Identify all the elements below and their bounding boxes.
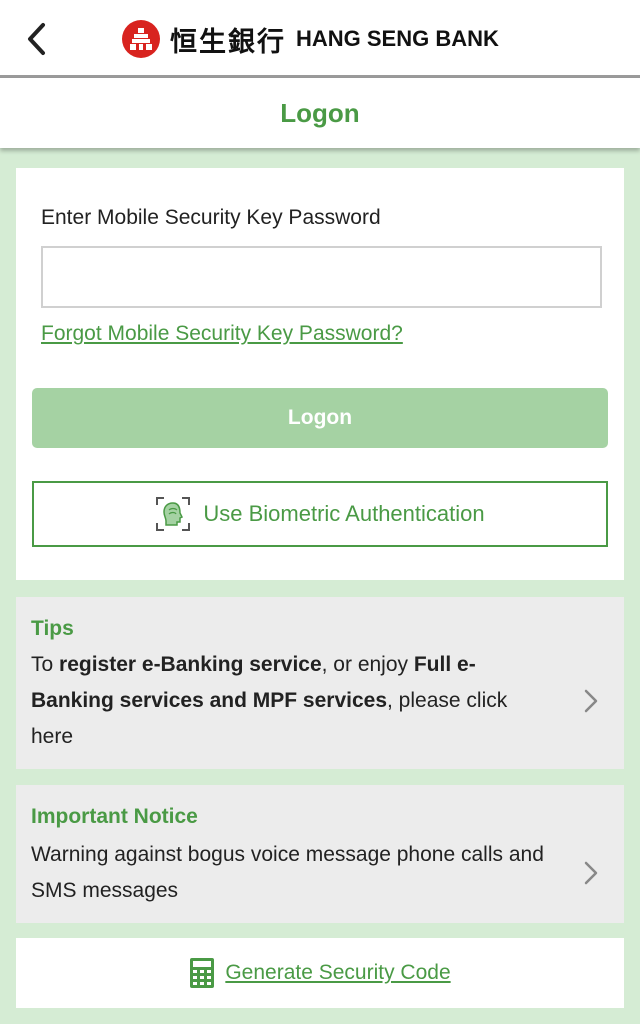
tips-text-part: , or enjoy: [321, 653, 414, 676]
bank-brand: 恒生銀行 HANG SENG BANK: [122, 18, 499, 60]
tips-title: Tips: [31, 617, 74, 640]
generate-security-code-label: Generate Security Code: [225, 961, 451, 984]
tips-text-part: To: [31, 653, 60, 676]
biometric-button-label: Use Biometric Authentication: [203, 501, 485, 526]
title-bar: Logon: [0, 78, 640, 148]
notice-text: Warning against bogus voice message phon…: [31, 843, 544, 902]
back-button[interactable]: [18, 20, 54, 58]
page-title: Logon: [280, 97, 360, 128]
bank-name-chinese: 恒生銀行: [170, 26, 286, 58]
generate-security-code-button[interactable]: Generate Security Code: [16, 938, 624, 1008]
tips-text: To register e-Banking service, or enjoy …: [31, 647, 551, 755]
logon-button[interactable]: Logon: [32, 388, 608, 448]
top-bar: 恒生銀行 HANG SENG BANK: [0, 0, 640, 78]
bank-name-english: HANG SENG BANK: [296, 26, 499, 51]
face-scan-icon: [156, 497, 191, 531]
forgot-password-link[interactable]: Forgot Mobile Security Key Password?: [41, 322, 403, 346]
calculator-icon: [190, 958, 215, 988]
chevron-left-icon: [28, 23, 45, 55]
password-field-label: Enter Mobile Security Key Password: [41, 206, 381, 229]
login-card: Enter Mobile Security Key Password Forgo…: [16, 168, 624, 580]
biometric-authentication-button[interactable]: Use Biometric Authentication: [32, 481, 608, 547]
password-input[interactable]: [41, 246, 602, 308]
important-notice-card[interactable]: Important Notice Warning against bogus v…: [16, 785, 624, 923]
tips-text-bold: register e-Banking service: [59, 653, 322, 676]
notice-title: Important Notice: [31, 805, 198, 828]
chevron-right-icon: [584, 861, 598, 885]
chevron-right-icon: [584, 689, 598, 713]
hang-seng-logo-icon: [122, 20, 160, 58]
tips-card[interactable]: Tips To register e-Banking service, or e…: [16, 597, 624, 769]
